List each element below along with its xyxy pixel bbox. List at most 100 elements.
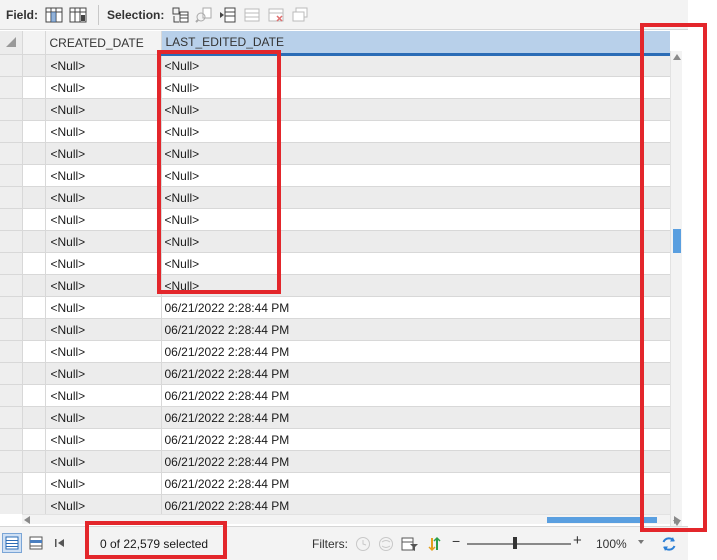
- table-row[interactable]: <Null> <Null>: [0, 186, 670, 209]
- cell-last-edited-date[interactable]: 06/21/2022 2:28:44 PM: [161, 362, 670, 385]
- row-selector[interactable]: [0, 208, 23, 231]
- cell-created-date[interactable]: <Null>: [45, 428, 162, 451]
- cell-created-date[interactable]: <Null>: [45, 406, 162, 429]
- switch-selection-icon[interactable]: [218, 5, 238, 25]
- table-row[interactable]: <Null> 06/21/2022 2:28:44 PM: [0, 406, 670, 429]
- show-all-records-icon[interactable]: [2, 533, 22, 553]
- table-row[interactable]: <Null> <Null>: [0, 230, 670, 253]
- table-row[interactable]: <Null> 06/21/2022 2:28:44 PM: [0, 340, 670, 363]
- filter-table-icon[interactable]: [400, 534, 420, 554]
- table-corner-cell[interactable]: [0, 31, 23, 55]
- row-selector[interactable]: [0, 98, 23, 121]
- cell-last-edited-date[interactable]: 06/21/2022 2:28:44 PM: [161, 318, 670, 341]
- cell-created-date[interactable]: <Null>: [45, 384, 162, 407]
- row-selector[interactable]: [0, 142, 23, 165]
- row-selector[interactable]: [0, 54, 23, 77]
- row-header-cell[interactable]: [22, 142, 46, 165]
- row-header-cell[interactable]: [22, 274, 46, 297]
- cell-last-edited-date[interactable]: 06/21/2022 2:28:44 PM: [161, 384, 670, 407]
- cell-created-date[interactable]: <Null>: [45, 208, 162, 231]
- add-field-icon[interactable]: [44, 5, 64, 25]
- table-row[interactable]: <Null> <Null>: [0, 120, 670, 143]
- table-row[interactable]: <Null> <Null>: [0, 274, 670, 297]
- row-header-cell[interactable]: [22, 450, 46, 473]
- row-selector[interactable]: [0, 450, 23, 473]
- cell-last-edited-date[interactable]: <Null>: [161, 186, 670, 209]
- scroll-up-arrow-icon[interactable]: [673, 54, 681, 60]
- select-by-attributes-icon[interactable]: [170, 5, 190, 25]
- zoom-slider-thumb[interactable]: [513, 537, 517, 549]
- row-selector[interactable]: [0, 164, 23, 187]
- row-header-cell[interactable]: [22, 230, 46, 253]
- row-selector[interactable]: [0, 120, 23, 143]
- cell-last-edited-date[interactable]: <Null>: [161, 142, 670, 165]
- table-row[interactable]: <Null> <Null>: [0, 164, 670, 187]
- cell-created-date[interactable]: <Null>: [45, 142, 162, 165]
- cell-last-edited-date[interactable]: 06/21/2022 2:28:44 PM: [161, 472, 670, 495]
- row-selector[interactable]: [0, 428, 23, 451]
- delete-selected-icon[interactable]: [266, 5, 286, 25]
- table-row[interactable]: <Null> 06/21/2022 2:28:44 PM: [0, 362, 670, 385]
- first-record-icon[interactable]: [50, 533, 70, 553]
- row-header-cell[interactable]: [22, 98, 46, 121]
- cell-created-date[interactable]: <Null>: [45, 318, 162, 341]
- cell-created-date[interactable]: <Null>: [45, 362, 162, 385]
- row-header-cell[interactable]: [22, 296, 46, 319]
- column-header-last-edited-date[interactable]: LAST_EDITED_DATE: [161, 31, 670, 56]
- vertical-scroll-thumb[interactable]: [673, 229, 681, 253]
- vertical-scrollbar[interactable]: [670, 51, 682, 529]
- table-row[interactable]: <Null> 06/21/2022 2:28:44 PM: [0, 296, 670, 319]
- row-header-cell[interactable]: [22, 494, 46, 514]
- row-selector[interactable]: [0, 230, 23, 253]
- cell-last-edited-date[interactable]: 06/21/2022 2:28:44 PM: [161, 494, 670, 514]
- zoom-out-button[interactable]: −: [452, 533, 460, 549]
- cell-created-date[interactable]: <Null>: [45, 274, 162, 297]
- zoom-slider[interactable]: [467, 543, 571, 545]
- row-selector[interactable]: [0, 406, 23, 429]
- cell-created-date[interactable]: <Null>: [45, 98, 162, 121]
- cell-created-date[interactable]: <Null>: [45, 252, 162, 275]
- cell-created-date[interactable]: <Null>: [45, 186, 162, 209]
- row-header-cell[interactable]: [22, 428, 46, 451]
- row-header-cell[interactable]: [22, 340, 46, 363]
- table-row[interactable]: <Null> <Null>: [0, 142, 670, 165]
- sort-icon[interactable]: [424, 534, 444, 554]
- table-row[interactable]: <Null> 06/21/2022 2:28:44 PM: [0, 318, 670, 341]
- row-header-cell[interactable]: [22, 252, 46, 275]
- row-header-cell[interactable]: [22, 318, 46, 341]
- row-selector[interactable]: [0, 340, 23, 363]
- show-selected-records-icon[interactable]: [26, 533, 46, 553]
- table-row[interactable]: <Null> 06/21/2022 2:28:44 PM: [0, 494, 670, 514]
- table-row[interactable]: <Null> <Null>: [0, 54, 670, 77]
- copy-selected-icon[interactable]: [290, 5, 310, 25]
- cell-last-edited-date[interactable]: <Null>: [161, 98, 670, 121]
- row-selector[interactable]: [0, 362, 23, 385]
- row-selector[interactable]: [0, 76, 23, 99]
- row-selector[interactable]: [0, 274, 23, 297]
- cell-last-edited-date[interactable]: <Null>: [161, 252, 670, 275]
- row-selector[interactable]: [0, 186, 23, 209]
- cell-last-edited-date[interactable]: 06/21/2022 2:28:44 PM: [161, 428, 670, 451]
- table-row[interactable]: <Null> 06/21/2022 2:28:44 PM: [0, 428, 670, 451]
- horizontal-scrollbar[interactable]: [22, 514, 680, 524]
- column-header-created-date[interactable]: CREATED_DATE: [45, 31, 162, 55]
- row-header-cell[interactable]: [22, 164, 46, 187]
- table-row[interactable]: <Null> 06/21/2022 2:28:44 PM: [0, 472, 670, 495]
- table-row[interactable]: <Null> <Null>: [0, 98, 670, 121]
- horizontal-scroll-thumb[interactable]: [547, 517, 657, 523]
- row-selector[interactable]: [0, 318, 23, 341]
- cell-created-date[interactable]: <Null>: [45, 472, 162, 495]
- table-row[interactable]: <Null> 06/21/2022 2:28:44 PM: [0, 384, 670, 407]
- row-selector[interactable]: [0, 472, 23, 495]
- row-selector[interactable]: [0, 494, 23, 514]
- cell-created-date[interactable]: <Null>: [45, 450, 162, 473]
- row-selector[interactable]: [0, 384, 23, 407]
- cell-last-edited-date[interactable]: <Null>: [161, 76, 670, 99]
- scroll-left-arrow-icon[interactable]: [24, 516, 30, 524]
- row-header-cell[interactable]: [22, 54, 46, 77]
- cell-created-date[interactable]: <Null>: [45, 296, 162, 319]
- row-header-cell[interactable]: [22, 472, 46, 495]
- filter-by-time-icon[interactable]: [353, 534, 373, 554]
- cell-created-date[interactable]: <Null>: [45, 54, 162, 77]
- calculate-field-icon[interactable]: [68, 5, 88, 25]
